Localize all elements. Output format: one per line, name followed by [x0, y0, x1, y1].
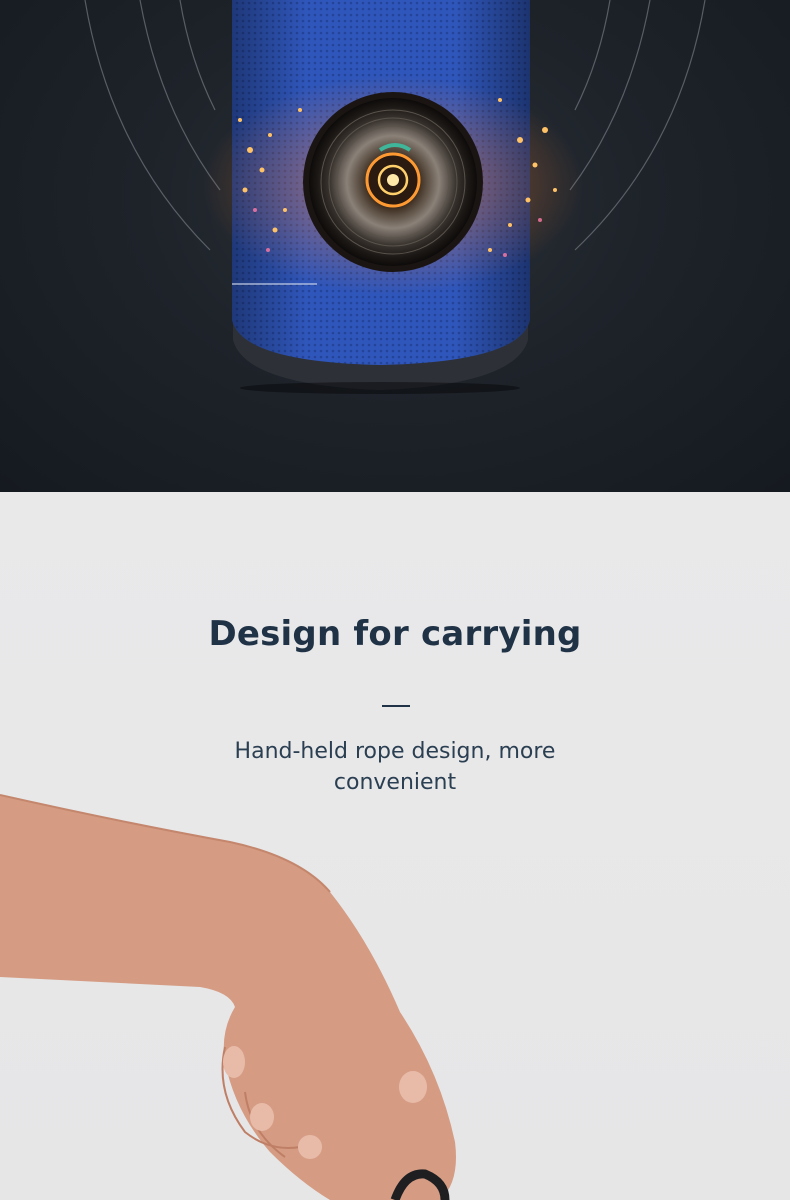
title-divider	[382, 705, 410, 707]
speaker-hero-section	[0, 0, 790, 492]
speaker-product-image	[84, 0, 706, 394]
product-detail-page: Design for carrying Hand-held rope desig…	[0, 0, 790, 1200]
carry-section-title: Design for carrying	[208, 614, 582, 654]
hand-carrying-image	[0, 794, 456, 1200]
carry-section-subtitle: Hand-held rope design, more convenient	[234, 739, 556, 795]
carry-design-section: Design for carrying Hand-held rope desig…	[0, 492, 790, 1200]
